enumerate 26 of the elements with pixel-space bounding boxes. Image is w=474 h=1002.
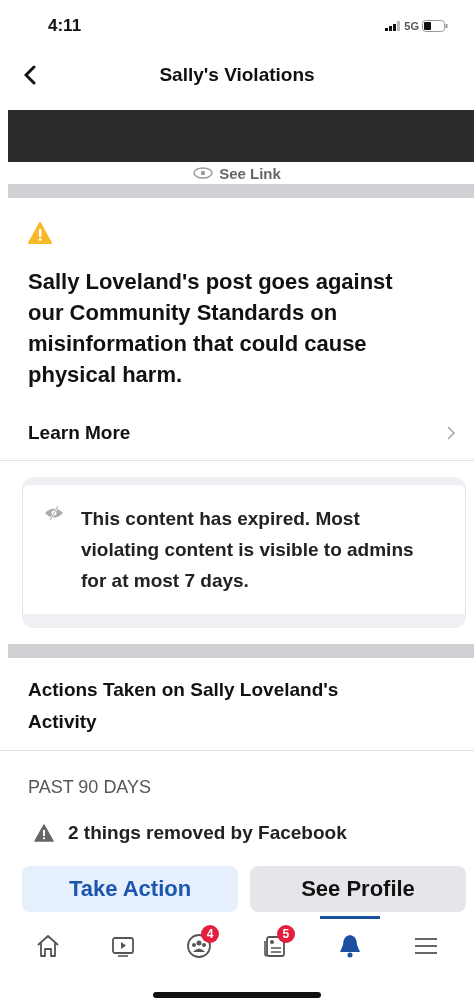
see-profile-button[interactable]: See Profile — [250, 866, 466, 912]
back-icon — [24, 65, 36, 85]
take-action-button[interactable]: Take Action — [22, 866, 238, 912]
signal-icon — [385, 21, 402, 31]
warning-icon — [34, 824, 54, 842]
hidden-eye-icon — [43, 505, 65, 521]
network-label: 5G — [404, 20, 419, 32]
groups-icon — [185, 931, 214, 960]
nav-tab[interactable]: 5 — [244, 916, 305, 972]
violation-headline: Sally Loveland's post goes against our Community Standards on misinformation that could cause physical harm. — [28, 268, 394, 389]
period-label: PAST 90 DAYS — [27, 776, 153, 799]
back-button[interactable] — [24, 65, 36, 85]
warning-icon — [28, 222, 52, 244]
see-link-button[interactable]: See Link — [193, 162, 281, 184]
page-title: Sally's Violations — [159, 64, 315, 86]
nav-tab[interactable]: 4 — [169, 916, 230, 972]
notification-badge: 5 — [276, 925, 295, 943]
section-heading: Actions Taken on Sally Loveland's Activity — [28, 678, 340, 734]
notice-text: This content has expired. Most violating content is visible to admins for at most 7 days. — [81, 507, 415, 593]
clock-time: 4:11 — [48, 16, 82, 36]
removed-count-text: 2 things removed by Facebook — [68, 822, 347, 844]
notification-badge: 4 — [201, 925, 220, 943]
chevron-icon — [446, 425, 456, 441]
eye-icon — [193, 167, 214, 179]
battery-icon — [422, 20, 448, 32]
learn-more-row[interactable]: Learn More — [0, 406, 474, 461]
